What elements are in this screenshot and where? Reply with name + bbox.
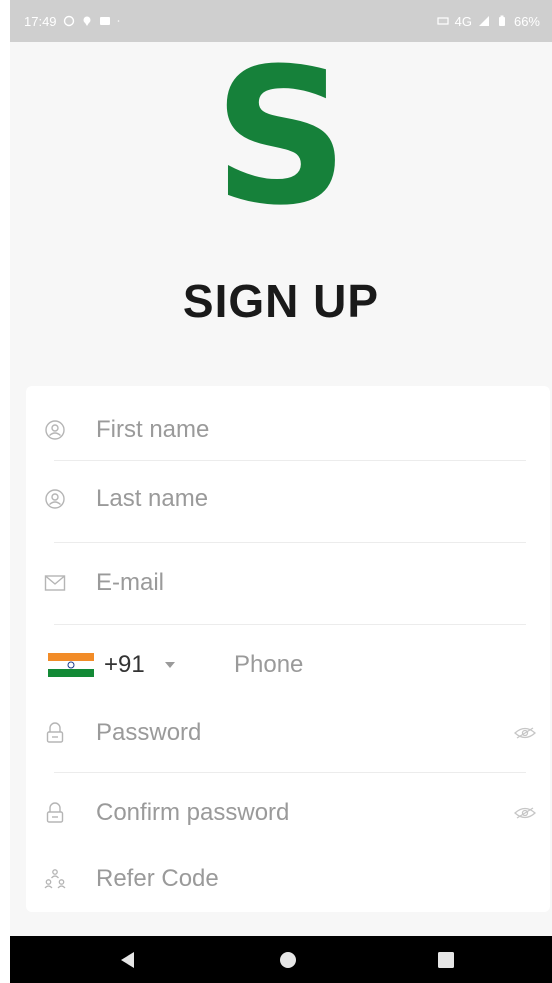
country-code[interactable]: +91 (104, 651, 145, 679)
last-name-field[interactable]: Last name (26, 470, 550, 528)
location-icon (83, 16, 91, 26)
password-placeholder: Password (96, 719, 202, 746)
person-icon (44, 419, 66, 441)
confirm-password-placeholder: Confirm password (96, 799, 290, 826)
first-name-field[interactable]: First name (26, 400, 550, 460)
network-type: 4G (454, 13, 472, 29)
lock-icon (44, 802, 66, 824)
back-button[interactable] (98, 936, 158, 983)
recents-square-icon (438, 951, 454, 968)
phone-input[interactable]: Phone (234, 651, 303, 679)
first-name-placeholder: First name (96, 416, 210, 443)
divider (54, 460, 526, 461)
refer-code-placeholder: Refer Code (96, 865, 219, 892)
divider (54, 542, 526, 543)
email-field[interactable]: E-mail (26, 554, 550, 612)
back-triangle-icon (121, 951, 134, 968)
refer-code-field[interactable]: Refer Code (26, 850, 550, 908)
volte-icon (437, 17, 449, 25)
signup-form-card: First name Last name E-mail +91 Phone Pa… (26, 386, 550, 912)
signal-icon (478, 16, 489, 26)
last-name-placeholder: Last name (96, 485, 209, 512)
password-field[interactable]: Password (26, 704, 550, 762)
page-title: SIGN UP (182, 275, 380, 327)
mail-icon (44, 572, 66, 594)
screen: 17:49 4G 66% S SIGN UP First name Last n… (0, 0, 552, 983)
divider (54, 624, 526, 625)
whatsapp-icon (63, 15, 74, 27)
eye-icon[interactable] (514, 726, 536, 740)
eye-icon[interactable] (514, 806, 536, 820)
status-bar-left: 17:49 (24, 14, 123, 29)
india-flag-icon[interactable] (48, 653, 94, 677)
dot-icon (117, 20, 119, 22)
app-logo: S (213, 28, 349, 247)
navigation-bar (10, 936, 552, 983)
battery-percent: 66% (513, 13, 540, 29)
recents-button[interactable] (416, 936, 476, 983)
lock-icon (44, 722, 66, 744)
battery-icon (498, 15, 505, 26)
home-circle-icon (280, 951, 296, 968)
phone-field: +91 Phone (26, 636, 550, 694)
phone-frame: 17:49 4G 66% S SIGN UP First name Last n… (10, 0, 552, 983)
home-button[interactable] (258, 936, 318, 983)
person-icon (44, 488, 66, 510)
chevron-down-icon[interactable] (164, 661, 176, 669)
status-time: 17:49 (24, 13, 57, 29)
message-icon (99, 17, 110, 25)
confirm-password-field[interactable]: Confirm password (26, 784, 550, 842)
email-placeholder: E-mail (96, 569, 165, 596)
status-bar-right: 4G 66% (437, 14, 540, 29)
divider (54, 772, 526, 773)
people-icon (44, 868, 66, 890)
